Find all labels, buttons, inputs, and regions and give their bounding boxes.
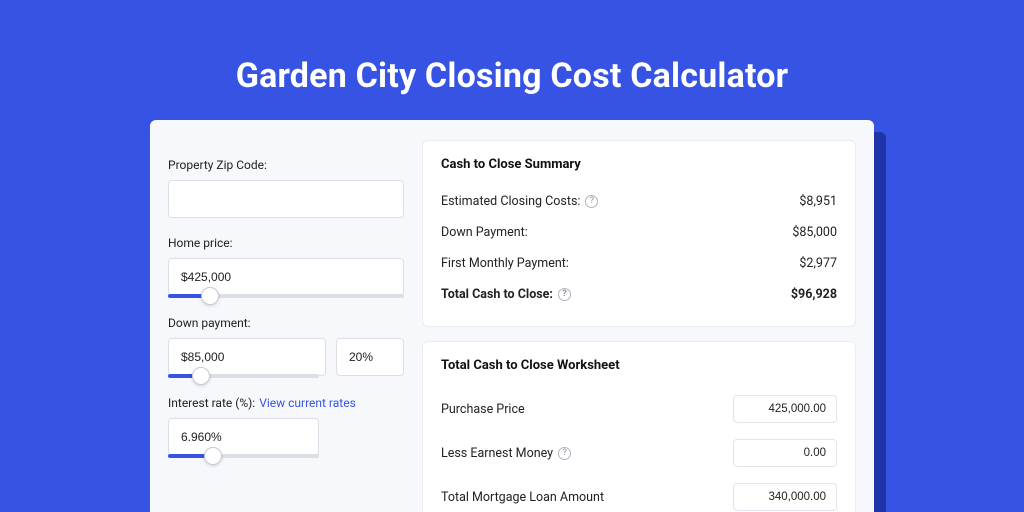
summary-value: $8,951 — [799, 194, 837, 209]
view-rates-link[interactable]: View current rates — [259, 396, 356, 410]
label-text: Down Payment: — [441, 225, 528, 240]
zip-input[interactable] — [168, 180, 404, 218]
worksheet-row: Total Mortgage Loan Amount — [441, 475, 837, 512]
down-payment-pct-input[interactable] — [336, 338, 404, 376]
down-payment-input[interactable] — [168, 338, 326, 376]
summary-row-label: Total Cash to Close:? — [441, 287, 571, 302]
rate-label: Interest rate (%): — [168, 396, 255, 410]
down-payment-label: Down payment: — [168, 316, 404, 330]
page-title: Garden City Closing Cost Calculator — [0, 0, 1024, 96]
summary-card: Cash to Close Summary Estimated Closing … — [422, 140, 856, 327]
summary-row: Total Cash to Close:? $96,928 — [441, 279, 837, 310]
worksheet-row-label: Purchase Price — [441, 402, 525, 417]
label-text: Estimated Closing Costs: — [441, 194, 580, 209]
rate-label-row: Interest rate (%): View current rates — [168, 396, 404, 410]
summary-value: $2,977 — [799, 256, 837, 271]
down-payment-slider[interactable] — [168, 374, 319, 378]
rate-slider[interactable] — [168, 454, 319, 458]
zip-field: Property Zip Code: — [168, 158, 404, 218]
label-text: Total Mortgage Loan Amount — [441, 490, 604, 505]
worksheet-row-label: Total Mortgage Loan Amount — [441, 490, 604, 505]
label-text: First Monthly Payment: — [441, 256, 569, 271]
worksheet-row-label: Less Earnest Money? — [441, 446, 571, 461]
worksheet-row: Purchase Price — [441, 387, 837, 431]
worksheet-row: Less Earnest Money? — [441, 431, 837, 475]
summary-row: Down Payment: $85,000 — [441, 217, 837, 248]
worksheet-value-input[interactable] — [733, 395, 837, 423]
summary-heading: Cash to Close Summary — [441, 157, 837, 172]
worksheet-rows: Purchase Price Less Earnest Money? Total M… — [441, 387, 837, 512]
label-text: Less Earnest Money — [441, 446, 553, 461]
help-icon[interactable]: ? — [558, 288, 571, 301]
down-payment-slider-thumb[interactable] — [192, 367, 210, 385]
label-text: Purchase Price — [441, 402, 525, 417]
inputs-column: Property Zip Code: Home price: Down paym… — [168, 140, 404, 512]
rate-input[interactable] — [168, 418, 319, 456]
calculator-panel: Property Zip Code: Home price: Down paym… — [150, 120, 874, 512]
help-icon[interactable]: ? — [558, 447, 571, 460]
home-price-slider[interactable] — [168, 294, 404, 298]
summary-row-label: Estimated Closing Costs:? — [441, 194, 598, 209]
worksheet-card: Total Cash to Close Worksheet Purchase P… — [422, 341, 856, 512]
down-payment-field: Down payment: — [168, 316, 404, 378]
home-price-label: Home price: — [168, 236, 404, 250]
home-price-field: Home price: — [168, 236, 404, 298]
worksheet-value-input[interactable] — [733, 439, 837, 467]
results-column: Cash to Close Summary Estimated Closing … — [422, 140, 856, 512]
summary-row: First Monthly Payment: $2,977 — [441, 248, 837, 279]
summary-value: $85,000 — [792, 225, 837, 240]
help-icon[interactable]: ? — [585, 195, 598, 208]
zip-label: Property Zip Code: — [168, 158, 404, 172]
summary-row: Estimated Closing Costs:? $8,951 — [441, 186, 837, 217]
summary-value: $96,928 — [791, 287, 837, 302]
home-price-slider-thumb[interactable] — [201, 287, 219, 305]
worksheet-value-input[interactable] — [733, 483, 837, 511]
label-text: Total Cash to Close: — [441, 287, 553, 302]
summary-row-label: First Monthly Payment: — [441, 256, 569, 271]
rate-slider-thumb[interactable] — [204, 447, 222, 465]
summary-rows: Estimated Closing Costs:? $8,951 Down Paym… — [441, 186, 837, 310]
worksheet-heading: Total Cash to Close Worksheet — [441, 358, 837, 373]
rate-field: Interest rate (%): View current rates — [168, 396, 404, 458]
summary-row-label: Down Payment: — [441, 225, 528, 240]
